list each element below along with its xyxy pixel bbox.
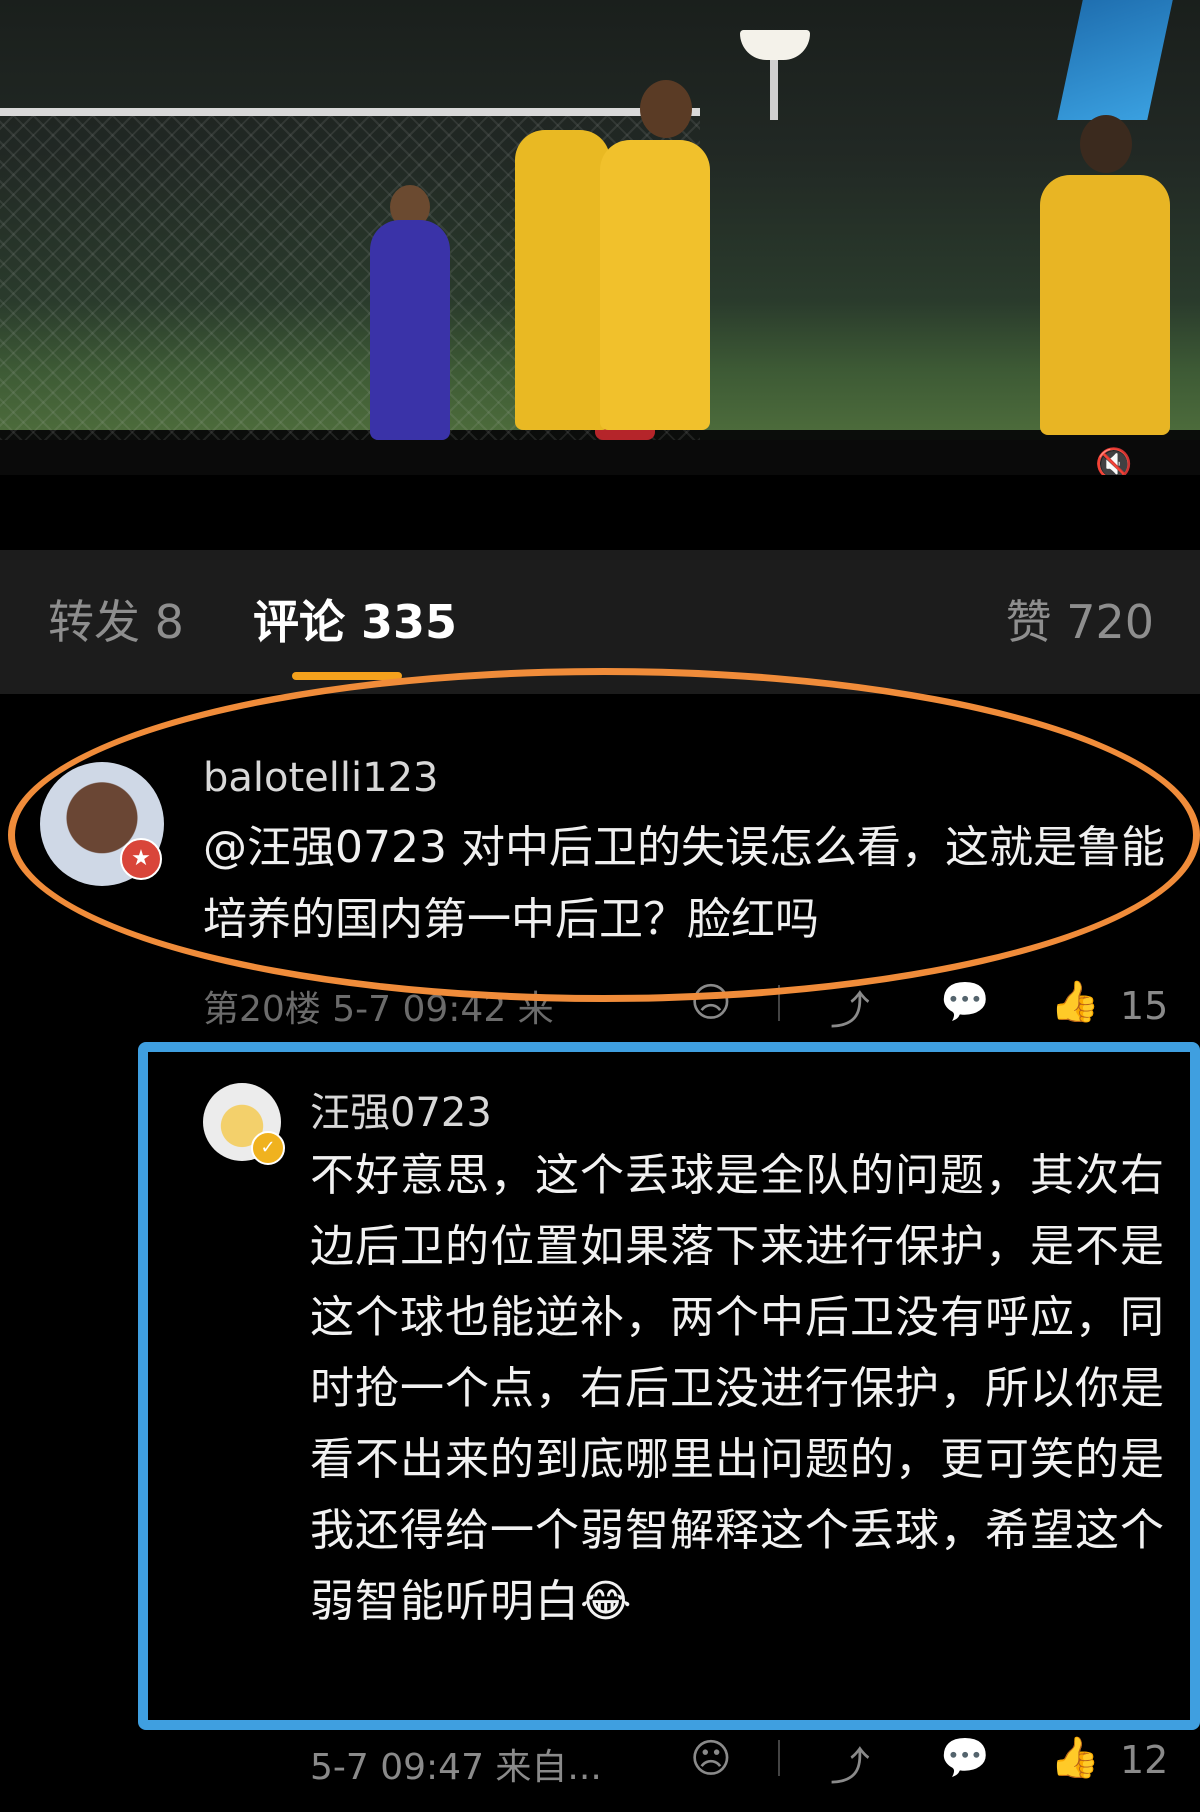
comment-icon[interactable]: 💬 bbox=[940, 1734, 990, 1781]
tab-repost[interactable]: 转发 8 bbox=[48, 550, 184, 694]
defender-head bbox=[640, 80, 692, 138]
video-bottom-bar bbox=[0, 440, 1200, 475]
player-figure-right bbox=[1040, 175, 1170, 435]
like-count: 15 bbox=[1120, 984, 1169, 1028]
defender-figure-2 bbox=[600, 140, 710, 430]
goal-crossbar bbox=[0, 108, 700, 116]
defender-figure bbox=[515, 130, 610, 430]
player-head-right bbox=[1080, 115, 1132, 173]
speaker-muted-icon[interactable]: 🔇 bbox=[1095, 445, 1155, 475]
tab-likes[interactable]: 赞 720 bbox=[1006, 550, 1154, 694]
comment-icon[interactable]: 💬 bbox=[940, 978, 990, 1025]
annotation-ellipse bbox=[8, 668, 1200, 1002]
floodlight-post bbox=[770, 60, 778, 120]
goalkeeper-figure bbox=[370, 220, 450, 440]
sad-face-icon[interactable]: ☹ bbox=[690, 1736, 732, 1782]
share-icon[interactable]: ⤴ bbox=[830, 1734, 870, 1792]
thumbs-up-icon[interactable]: 👍 bbox=[1050, 1734, 1100, 1781]
annotation-box bbox=[138, 1042, 1200, 1730]
like-count: 12 bbox=[1120, 1738, 1169, 1782]
video-player[interactable]: 🔇 bbox=[0, 0, 1200, 475]
action-divider bbox=[778, 1740, 780, 1776]
reply-meta: 5-7 09:47 来自... bbox=[310, 1747, 602, 1788]
thumbs-up-icon[interactable]: 👍 bbox=[1050, 978, 1100, 1025]
